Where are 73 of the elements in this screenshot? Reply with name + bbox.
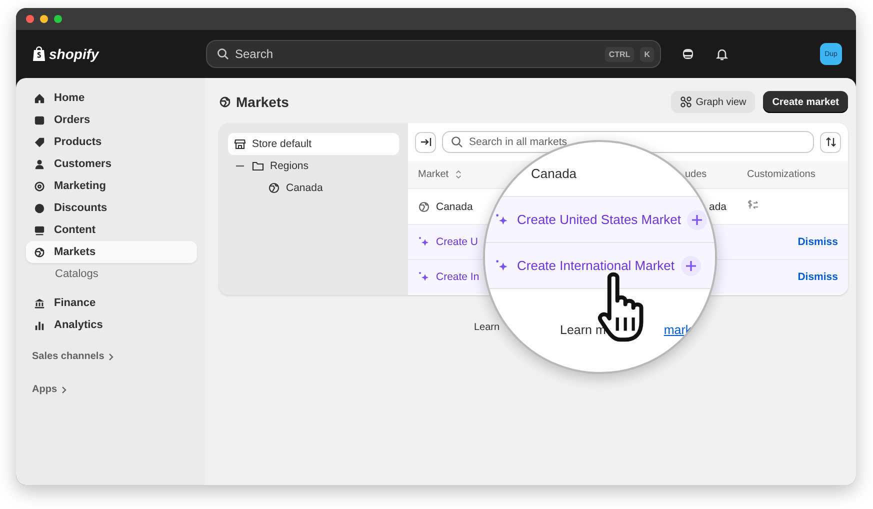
view-button[interactable]: Graph view	[670, 91, 756, 113]
dismiss-link[interactable]: Dismiss	[798, 271, 838, 283]
minimize-dot-icon[interactable]	[40, 15, 48, 23]
bell-icon[interactable]	[715, 47, 729, 61]
tree-item[interactable]: Regions	[228, 155, 399, 177]
suggestion-link[interactable]: Create U	[436, 236, 478, 248]
globe-icon	[418, 200, 430, 212]
plus-icon[interactable]	[680, 256, 701, 276]
lens-heading: Canada	[531, 166, 577, 181]
arrow-to-line-icon	[420, 136, 432, 148]
sparkle-icon	[495, 258, 509, 272]
nav-icon	[34, 202, 45, 214]
column-header: udes	[685, 169, 707, 180]
dismiss-link[interactable]: Dismiss	[798, 236, 838, 248]
nav-icon	[34, 320, 45, 330]
search-icon	[217, 48, 229, 60]
chevron-right-icon	[108, 352, 114, 360]
suggestion-link[interactable]: Create In	[436, 271, 480, 283]
sidebar-item[interactable]: Analytics	[26, 314, 197, 336]
shopping-bag-icon	[32, 46, 46, 62]
nav-icon	[34, 114, 45, 126]
keyboard-key: CTRL	[604, 46, 634, 62]
sparkle-icon	[418, 236, 430, 248]
help-text: Learn	[474, 322, 500, 333]
keyboard-key: K	[640, 46, 654, 62]
search-placeholder: Search in all markets	[469, 136, 568, 148]
plus-icon[interactable]	[687, 210, 708, 230]
search-icon	[451, 136, 463, 148]
logo-wordmark[interactable]: shopify	[49, 46, 99, 62]
column-header[interactable]: Market	[418, 169, 449, 180]
column-header: Customizations	[747, 169, 816, 180]
nav-icon	[34, 180, 45, 192]
close-dot-icon[interactable]	[26, 15, 34, 23]
sidebar-section-link[interactable]: Sales channels	[26, 344, 197, 369]
globe-icon	[268, 182, 280, 194]
sidebar-section-link[interactable]: Apps	[26, 377, 197, 402]
tree-item[interactable]: Store default	[228, 133, 399, 155]
page-title: Markets	[236, 94, 289, 110]
globe-icon	[219, 96, 231, 108]
sort-button[interactable]	[820, 132, 841, 152]
folder-icon	[252, 160, 264, 172]
currency-exchange-icon	[747, 199, 759, 211]
nav-icon	[34, 224, 45, 236]
sidebar-item[interactable]: Products	[26, 131, 197, 153]
collapse-panel-button[interactable]	[415, 132, 436, 152]
sidebar-item[interactable]: Content	[26, 219, 197, 241]
sort-arrows-icon	[824, 136, 836, 148]
table-cell: Canada	[436, 200, 473, 212]
sort-icon[interactable]	[454, 169, 462, 180]
table-cell: ada	[709, 200, 727, 212]
sidebar-item[interactable]: Finance	[26, 292, 197, 314]
sidebar-item[interactable]: Discounts	[26, 197, 197, 219]
nav-icon	[34, 246, 45, 258]
chevron-right-icon	[61, 386, 67, 394]
nav-icon	[34, 298, 45, 308]
nav-icon	[34, 92, 45, 104]
sparkle-icon	[418, 271, 430, 283]
store-icon	[234, 138, 246, 150]
sidebar-item[interactable]: Marketing	[26, 175, 197, 197]
nav-icon	[34, 136, 45, 148]
search-placeholder: Search	[235, 47, 274, 61]
sidebar-item[interactable]: Customers	[26, 153, 197, 175]
sidebar-item[interactable]: Markets	[26, 241, 197, 263]
graph-icon	[680, 96, 692, 108]
maximize-dot-icon[interactable]	[54, 15, 62, 23]
tree-item[interactable]: Canada	[228, 177, 399, 199]
sidebar-subitem[interactable]: Catalogs	[26, 263, 197, 285]
sparkle-icon	[495, 212, 509, 226]
sidebar-item[interactable]: Home	[26, 87, 197, 109]
search-field[interactable]: Search CTRL K	[206, 40, 661, 68]
sidebar-item[interactable]: Orders	[26, 109, 197, 131]
nav-icon	[34, 158, 45, 170]
create-button[interactable]: Create market	[763, 91, 848, 113]
